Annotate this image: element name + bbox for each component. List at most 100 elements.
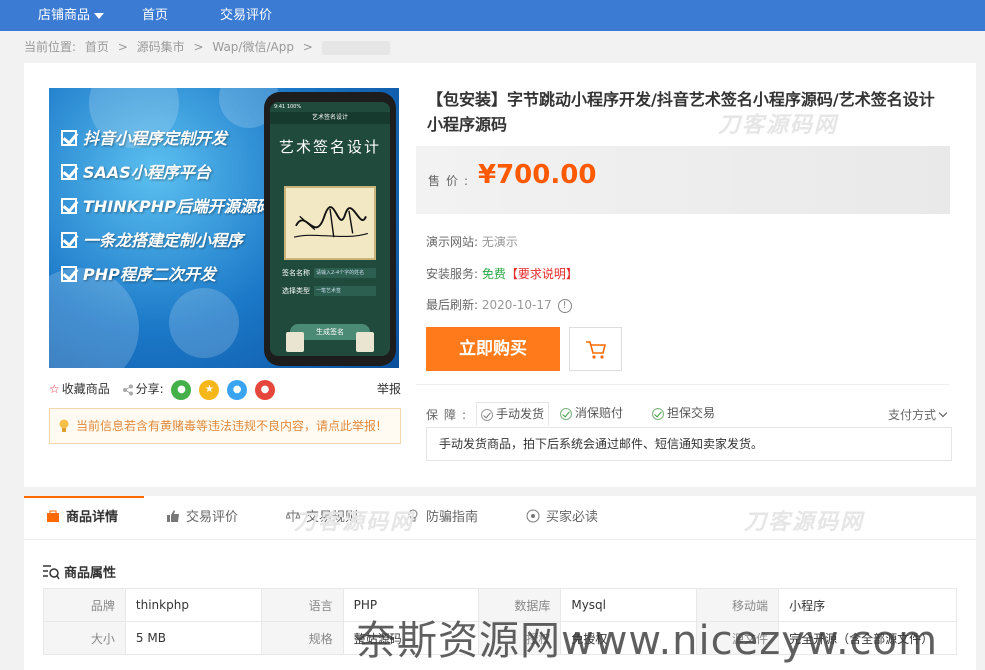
tab-label: 交易评价 — [186, 510, 239, 525]
signature-preview — [284, 186, 376, 260]
warning-text: 当前信息若含有黄赌毒等违法违规不良内容，请点此举报! — [76, 419, 381, 433]
install-service-value: 免费 — [481, 267, 506, 281]
info-circle-icon[interactable]: ! — [557, 298, 572, 313]
detail-tabs: 商品详情 交易评价 交易规则 防骗指南 买家必读 刀客源码网 刀客源码网 — [24, 496, 976, 540]
price-box: 售价: ¥700.00 — [416, 146, 950, 214]
guarantee-tab-label: 消保赔付 — [575, 406, 624, 420]
checkbox-icon — [61, 198, 77, 214]
nav-store-products[interactable]: 店铺商品 — [38, 0, 105, 31]
demo-site-label: 演示网站: — [426, 235, 479, 249]
phone-field-name: 签名名称 请输入2-4个字的姓名 — [282, 268, 376, 278]
guarantee-label: 保障: — [426, 408, 473, 422]
product-image[interactable]: 抖音小程序定制开发 SAAS小程序平台 THINKPHP后端开源源码 一条龙搭建… — [49, 88, 399, 368]
divider — [416, 384, 950, 385]
attr-key: 大小 — [43, 621, 126, 655]
phone-field-input: 一笔艺术签 — [314, 286, 376, 296]
last-refresh-row: 最后刷新: 2020-10-17! — [426, 296, 572, 313]
hero-line-text: PHP程序二次开发 — [83, 265, 216, 284]
thumbs-up-icon — [167, 510, 179, 522]
last-refresh-value: 2020-10-17 — [481, 298, 552, 312]
guarantee-tab-manual-delivery[interactable]: 手动发货 — [476, 402, 550, 426]
phone-field-label: 签名名称 — [282, 269, 310, 277]
phone-field-label: 选择类型 — [282, 287, 310, 295]
breadcrumb-source-market[interactable]: 源码集市 — [137, 40, 185, 54]
hero-line: 抖音小程序定制开发 — [61, 126, 227, 152]
share-icon — [122, 384, 133, 395]
weibo-icon[interactable]: ● — [254, 379, 275, 400]
payment-method-dropdown[interactable]: 支付方式 — [887, 406, 948, 423]
star-outline-icon: ☆ — [49, 382, 60, 396]
guarantee-tab-escrow[interactable]: 担保交易 — [648, 402, 719, 426]
qzone-star-icon[interactable]: ★ — [199, 379, 220, 400]
hero-line-text: 抖音小程序定制开发 — [83, 129, 228, 148]
warning-notice[interactable]: 当前信息若含有黄赌毒等违法违规不良内容，请点此举报! — [49, 408, 401, 444]
report-link[interactable]: 举报 — [377, 379, 401, 399]
lightbulb-icon — [59, 419, 69, 432]
hero-line-text: SAAS小程序平台 — [83, 163, 211, 182]
guarantee-tab-label: 担保交易 — [667, 406, 716, 420]
tab-label: 买家必读 — [546, 510, 599, 525]
guarantee-tab-label: 手动发货 — [496, 407, 545, 421]
attr-key: 规格 — [260, 621, 344, 655]
add-to-cart-button[interactable] — [569, 327, 622, 371]
payment-method-label: 支付方式 — [887, 408, 936, 422]
nav-reviews[interactable]: 交易评价 — [220, 0, 272, 31]
qq-icon[interactable]: ● — [227, 379, 248, 400]
check-circle-icon — [652, 407, 664, 420]
nav-home[interactable]: 首页 — [142, 0, 168, 31]
breadcrumb-prefix: 当前位置: — [24, 40, 77, 54]
hero-line: 一条龙搭建定制小程序 — [61, 228, 243, 254]
decor-bubble — [169, 288, 239, 358]
last-refresh-label: 最后刷新: — [426, 298, 479, 312]
attr-value: 5 MB — [124, 621, 262, 655]
product-title: 【包安装】字节跳动小程序开发/抖音艺术签名小程序源码/艺术签名设计小程序源码 — [427, 90, 935, 134]
target-icon — [526, 509, 540, 523]
tab-buyer-must-read[interactable]: 买家必读 — [526, 496, 598, 540]
install-requirement-link[interactable]: 【要求说明】 — [506, 267, 578, 281]
price-value: ¥700.00 — [478, 160, 597, 190]
attr-value: thinkphp — [124, 588, 262, 622]
product-card: 抖音小程序定制开发 SAAS小程序平台 THINKPHP后端开源源码 一条龙搭建… — [24, 63, 976, 487]
tab-anti-fraud[interactable]: 防骗指南 — [406, 496, 478, 540]
breadcrumb-category[interactable]: Wap/微信/App — [212, 40, 294, 54]
caret-down-icon — [94, 12, 105, 19]
list-search-icon — [43, 565, 60, 580]
guarantee-tab-compensation[interactable]: 消保赔付 — [556, 402, 627, 426]
phone-field-type: 选择类型 一笔艺术签 — [282, 286, 376, 296]
wechat-icon[interactable]: ● — [171, 379, 192, 400]
tab-trade-reviews[interactable]: 交易评价 — [166, 496, 238, 540]
share-label: 分享: — [135, 382, 164, 396]
breadcrumb-home[interactable]: 首页 — [85, 40, 109, 54]
hero-line: SAAS小程序平台 — [61, 160, 211, 186]
guarantee-description: 手动发货商品，拍下后系统会通过邮件、短信通知卖家发货。 — [426, 427, 952, 461]
phone-screen: 9:41 100% 艺术签名设计 艺术签名设计 签名名称 请输入2-4个字的姓名 … — [270, 102, 390, 356]
install-service-row: 安装服务: 免费【要求说明】 — [426, 265, 578, 282]
signature-drawing — [293, 206, 369, 238]
breadcrumb-separator: > — [302, 40, 313, 54]
phone-app-title: 艺术签名设计 — [270, 112, 390, 124]
watermark-text: 刀客源码网 — [294, 510, 415, 535]
breadcrumb: 当前位置: 首页 > 源码集市 > Wap/微信/App > — [24, 38, 395, 56]
phone-bottom-bar — [270, 332, 390, 354]
cart-icon — [586, 341, 607, 359]
tiktok-icon — [286, 332, 304, 352]
hero-line-text: 一条龙搭建定制小程序 — [83, 231, 244, 250]
attributes-heading: 商品属性 — [42, 562, 116, 581]
checkbox-icon — [61, 232, 77, 248]
breadcrumb-blurred-item — [321, 40, 390, 55]
favorite-link[interactable]: 收藏商品 — [62, 382, 110, 396]
watermark-text: 刀客源码网 — [718, 113, 839, 138]
checkbox-icon — [61, 266, 77, 282]
breadcrumb-separator: > — [117, 40, 128, 54]
top-nav: 店铺商品 首页 交易评价 — [0, 0, 985, 31]
tab-label: 防骗指南 — [426, 510, 479, 525]
buy-now-button[interactable]: 立即购买 — [426, 327, 560, 371]
guarantee-row: 保障: 手动发货 消保赔付 担保交易 支付方式 — [426, 402, 950, 426]
tab-product-details[interactable]: 商品详情 — [24, 496, 144, 540]
attr-key: 品牌 — [43, 588, 126, 622]
check-circle-icon — [560, 407, 572, 420]
checkbox-icon — [61, 130, 77, 146]
shopping-bag-icon — [47, 510, 59, 522]
attributes-title: 商品属性 — [64, 566, 117, 581]
phone-field-input: 请输入2-4个字的姓名 — [314, 268, 376, 278]
